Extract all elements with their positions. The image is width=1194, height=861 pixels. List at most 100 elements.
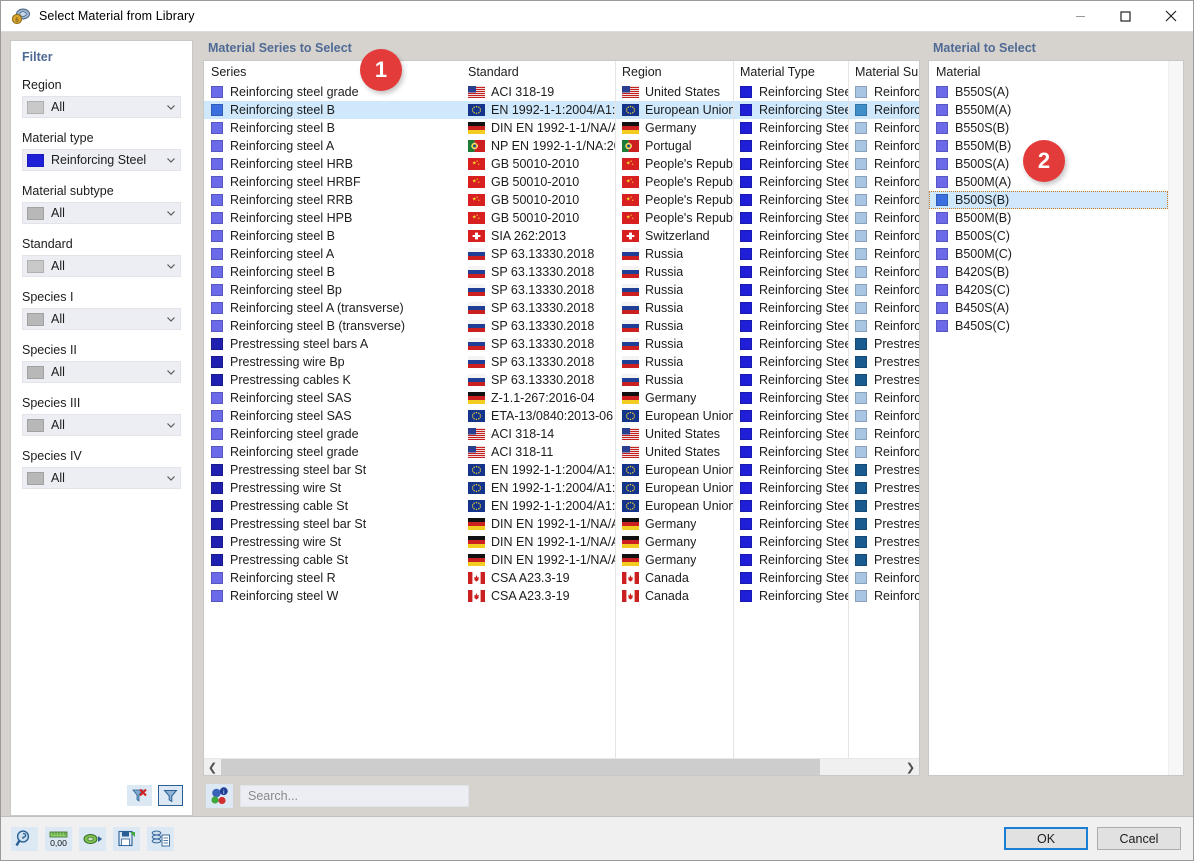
table-row[interactable]: Reinforcing Steel	[734, 551, 848, 569]
table-row[interactable]: Reinforcing Steel	[734, 587, 848, 605]
table-row[interactable]: Reinforcing steel R	[204, 569, 462, 587]
table-row[interactable]: Reinforcing Steel	[734, 209, 848, 227]
table-row[interactable]: Reinforcing Steel	[734, 497, 848, 515]
table-row[interactable]: Reinforcin	[849, 299, 919, 317]
table-row[interactable]: SP 63.13330.2018	[462, 353, 615, 371]
table-row[interactable]: Prestressing cable St	[204, 497, 462, 515]
table-row[interactable]: Reinforcing Steel	[734, 101, 848, 119]
chevron-down-icon[interactable]	[165, 472, 177, 484]
table-row[interactable]: United States	[616, 443, 733, 461]
table-row[interactable]: Reinforcing Steel	[734, 389, 848, 407]
table-row[interactable]: Russia	[616, 263, 733, 281]
table-row[interactable]: Reinforcin	[849, 119, 919, 137]
table-row[interactable]: Reinforcing steel SAS	[204, 389, 462, 407]
table-row[interactable]: Reinforcing Steel	[734, 443, 848, 461]
table-row[interactable]: Reinforcing Steel	[734, 335, 848, 353]
table-row[interactable]: Prestressing cables K	[204, 371, 462, 389]
table-row[interactable]: Russia	[616, 299, 733, 317]
horizontal-scrollbar[interactable]: ❮ ❯	[204, 758, 919, 775]
table-row[interactable]: Reinforcing Steel	[734, 137, 848, 155]
column-header-series[interactable]: Series	[204, 61, 462, 83]
table-row[interactable]: Germany	[616, 533, 733, 551]
table-row[interactable]: Reinforcing steel grade	[204, 425, 462, 443]
table-row[interactable]: Reinforcing Steel	[734, 317, 848, 335]
table-row[interactable]: ★ ★ ★ GB 50010-2010	[462, 173, 615, 191]
table-row[interactable]: Prestressing wire St	[204, 533, 462, 551]
list-item[interactable]: B500S(B)	[929, 191, 1168, 209]
table-row[interactable]: United States	[616, 83, 733, 101]
table-row[interactable]: Reinforcing steel HRB	[204, 155, 462, 173]
table-row[interactable]: Prestressing cable St	[204, 551, 462, 569]
close-icon[interactable]	[1148, 1, 1193, 31]
table-row[interactable]: Prestressin	[849, 533, 919, 551]
table-row[interactable]: Reinforcing Steel	[734, 227, 848, 245]
table-row[interactable]: Reinforcing Steel	[734, 83, 848, 101]
table-row[interactable]: Russia	[616, 353, 733, 371]
cancel-button[interactable]: Cancel	[1097, 827, 1181, 850]
table-row[interactable]: Reinforcing steel Bp	[204, 281, 462, 299]
table-row[interactable]: Reinforcing Steel	[734, 263, 848, 281]
minimize-icon[interactable]	[1058, 1, 1103, 31]
list-item[interactable]: B550S(B)	[929, 119, 1168, 137]
chevron-down-icon[interactable]	[165, 154, 177, 166]
filter-select-region[interactable]: All	[22, 96, 181, 118]
table-row[interactable]: Prestressin	[849, 371, 919, 389]
list-item[interactable]: B500S(C)	[929, 227, 1168, 245]
material-series-grid[interactable]: Series Reinforcing steel grade Reinforcin…	[203, 60, 920, 776]
list-item[interactable]: B450S(C)	[929, 317, 1168, 335]
table-row[interactable]: Reinforcing Steel	[734, 569, 848, 587]
table-row[interactable]: Prestressin	[849, 335, 919, 353]
magnifier-icon[interactable]	[11, 826, 38, 851]
table-row[interactable]: Prestressin	[849, 461, 919, 479]
table-row[interactable]: Reinforcing Steel	[734, 533, 848, 551]
clear-filter-button[interactable]	[127, 784, 152, 806]
table-row[interactable]: ETA-13/0840:2013-06	[462, 407, 615, 425]
table-row[interactable]: Russia	[616, 245, 733, 263]
table-row[interactable]: SP 63.13330.2018	[462, 335, 615, 353]
search-filter-icon[interactable]: i	[206, 784, 233, 808]
table-row[interactable]: ★ ★ ★ People's Republi...	[616, 209, 733, 227]
table-row[interactable]: European Union	[616, 497, 733, 515]
filter-select-standard[interactable]: All	[22, 255, 181, 277]
table-row[interactable]: Canada	[616, 587, 733, 605]
table-row[interactable]: Reinforcin	[849, 209, 919, 227]
table-row[interactable]: DIN EN 1992-1-1/NA/A...	[462, 551, 615, 569]
table-row[interactable]: Reinforcing steel RRB	[204, 191, 462, 209]
table-row[interactable]: Reinforcing steel B	[204, 119, 462, 137]
table-row[interactable]: Canada	[616, 569, 733, 587]
export-document-icon[interactable]	[147, 826, 174, 851]
table-row[interactable]: Reinforcing steel grade	[204, 83, 462, 101]
filter-select-species-iii[interactable]: All	[22, 414, 181, 436]
table-row[interactable]: Reinforcing Steel	[734, 119, 848, 137]
table-row[interactable]: European Union	[616, 479, 733, 497]
column-header-region[interactable]: Region	[616, 61, 733, 83]
table-row[interactable]: Reinforcin	[849, 263, 919, 281]
maximize-icon[interactable]	[1103, 1, 1148, 31]
table-row[interactable]: Germany	[616, 551, 733, 569]
table-row[interactable]: Prestressing steel bars A	[204, 335, 462, 353]
table-row[interactable]: Russia	[616, 317, 733, 335]
table-row[interactable]: ACI 318-11	[462, 443, 615, 461]
table-row[interactable]: Reinforcing Steel	[734, 407, 848, 425]
table-row[interactable]: ★ ★ ★ GB 50010-2010	[462, 155, 615, 173]
table-row[interactable]: Prestressing wire Bp	[204, 353, 462, 371]
table-row[interactable]: Reinforcing Steel	[734, 353, 848, 371]
table-row[interactable]: Russia	[616, 281, 733, 299]
column-header-material-type[interactable]: Material Type	[734, 61, 848, 83]
table-row[interactable]: SP 63.13330.2018	[462, 245, 615, 263]
table-row[interactable]: Reinforcing steel HRBF	[204, 173, 462, 191]
table-row[interactable]: ★ ★ ★ GB 50010-2010	[462, 191, 615, 209]
list-item[interactable]: B500M(B)	[929, 209, 1168, 227]
table-row[interactable]: United States	[616, 425, 733, 443]
table-row[interactable]: Russia	[616, 335, 733, 353]
table-row[interactable]: ★ ★ ★ People's Republi...	[616, 191, 733, 209]
table-row[interactable]: Reinforcin	[849, 443, 919, 461]
table-row[interactable]: Germany	[616, 119, 733, 137]
table-row[interactable]: ★ ★ ★ People's Republi...	[616, 173, 733, 191]
chevron-right-icon[interactable]: ❯	[902, 759, 919, 775]
table-row[interactable]: Reinforcing steel W	[204, 587, 462, 605]
hscroll-track[interactable]	[221, 759, 902, 775]
list-item[interactable]: B450S(A)	[929, 299, 1168, 317]
table-row[interactable]: EN 1992-1-1:2004/A1:2...	[462, 497, 615, 515]
table-row[interactable]: CSA A23.3-19	[462, 587, 615, 605]
